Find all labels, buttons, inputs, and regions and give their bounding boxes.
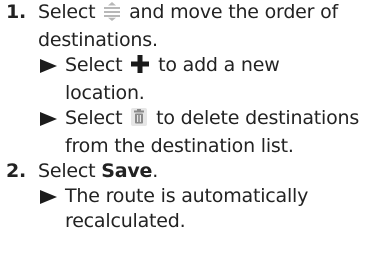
step-number: 1. — [6, 1, 27, 23]
step-2: 2. Select Save. — [0, 159, 388, 184]
trash-can-icon — [130, 107, 148, 134]
bullet-text: to delete destinations — [156, 107, 360, 129]
step-1-line-2: destinations. — [38, 29, 158, 51]
bullet-route-recalculated: The route is automatically recalculated. — [0, 184, 388, 234]
bullet-arrow-icon — [40, 112, 57, 126]
bullet-arrow-icon — [40, 190, 57, 204]
step-text: and move the order of — [129, 1, 339, 23]
bullet-add-location: Select to add a new location. — [0, 53, 388, 106]
bullet-line-2: from the destination list. — [65, 135, 294, 157]
save-label: Save — [101, 160, 153, 182]
step-1-line-1: Select and move the order of — [38, 0, 388, 28]
step-1: 1. Select and move the order of destinat… — [0, 0, 388, 53]
add-location-plus-icon — [130, 54, 150, 81]
bullet-line-2: recalculated. — [65, 210, 186, 232]
reorder-handle-icon — [103, 1, 121, 28]
bullet-text: Select — [65, 54, 123, 76]
bullet-text: Select — [65, 107, 123, 129]
bullet-arrow-icon — [40, 59, 57, 73]
bullet-line-1: Select to delete destinations — [65, 106, 388, 134]
instruction-document: 1. Select and move the order of destinat… — [0, 0, 388, 274]
step-2-line-1: Select Save. — [38, 159, 388, 184]
step-text: Select — [38, 1, 96, 23]
step-number: 2. — [6, 160, 27, 182]
bullet-line-1: Select to add a new — [65, 53, 388, 81]
step-text: Select — [38, 160, 96, 182]
step-text: . — [152, 160, 159, 182]
bullet-delete-destination: Select to delete destinations from the d… — [0, 106, 388, 159]
bullet-text: to add a new — [158, 54, 280, 76]
bullet-line-2: location. — [65, 82, 145, 104]
bullet-line-1: The route is automatically — [65, 185, 309, 207]
